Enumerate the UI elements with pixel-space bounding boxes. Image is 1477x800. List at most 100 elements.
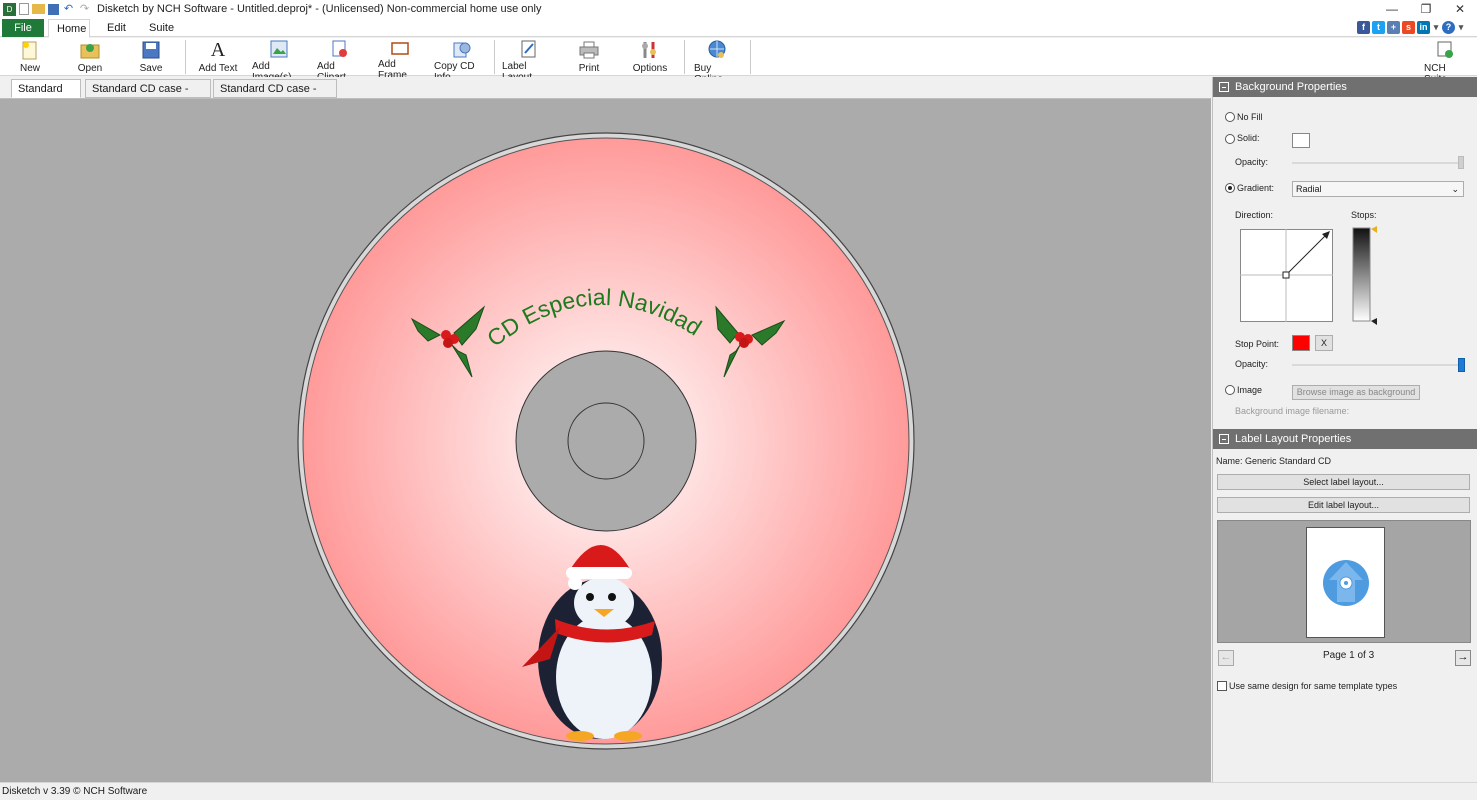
redo-icon[interactable]: ↷ [78,3,91,16]
facebook-icon[interactable]: f [1357,21,1370,34]
text-icon: A [210,38,226,61]
label-layout-header[interactable]: Label Layout Properties [1213,429,1477,449]
dropdown-arrow-icon[interactable]: ▾ [1432,21,1440,34]
stop-opacity-slider[interactable] [1292,364,1464,366]
image-radio[interactable] [1225,385,1235,395]
save-button[interactable]: Save [135,40,167,75]
new-button[interactable]: New [14,40,46,75]
minimize-button[interactable]: — [1375,0,1409,18]
restore-button[interactable]: ❐ [1409,0,1443,18]
undo-icon[interactable]: ↶ [62,3,75,16]
toolbar-separator [185,40,186,74]
gradient-radio[interactable] [1225,183,1235,193]
frame-icon [390,40,410,56]
share-icon[interactable]: + [1387,21,1400,34]
add-frame-button[interactable]: Add Frame [378,40,422,81]
stop-opacity-label: Opacity: [1235,359,1269,369]
page-indicator: Page 1 of 3 [1323,650,1375,661]
label-layout-icon [519,40,539,58]
copy-cd-info-button[interactable]: Copy CD Info [434,40,490,83]
stumbleupon-icon[interactable]: s [1402,21,1415,34]
gradient-type-select[interactable]: Radial ⌄ [1292,181,1464,197]
solid-opacity-label: Opacity: [1235,157,1269,167]
design-canvas[interactable]: CD Especial Navidad [0,99,1211,782]
chevron-down-icon: ⌄ [1451,184,1459,194]
add-clipart-button[interactable]: Add Clipart [317,40,363,83]
tab-suite[interactable]: Suite [141,19,182,37]
save-icon [141,40,161,60]
twitter-icon[interactable]: t [1372,21,1385,34]
save-label: Save [139,63,163,74]
tab-standard-disc[interactable]: Standard disc [11,79,81,113]
gradient-label: Gradient: [1237,183,1275,193]
new-icon [20,40,40,60]
stop-point-color-swatch[interactable] [1292,335,1310,351]
tab-cd-case-front[interactable]: Standard CD case - Front [85,79,211,113]
add-images-button[interactable]: Add Image(s) [252,40,306,83]
nch-suite-button[interactable]: NCH Suite [1424,40,1466,85]
label-layout-button[interactable]: Label Layout [502,40,556,83]
solid-opacity-slider[interactable] [1292,162,1464,164]
next-page-button[interactable]: → [1455,650,1471,666]
toolbar-separator [684,40,685,74]
prev-page-button[interactable]: ← [1218,650,1234,666]
linkedin-icon[interactable]: in [1417,21,1430,34]
layout-preview-page[interactable] [1306,527,1385,638]
close-button[interactable]: ✕ [1443,0,1477,18]
stop-point-label: Stop Point: [1235,339,1280,349]
tab-cd-case-back[interactable]: Standard CD case - Back [213,79,337,113]
direction-picker[interactable] [1240,229,1334,323]
options-icon [640,40,660,60]
solid-color-swatch[interactable] [1292,133,1310,148]
open-folder-icon[interactable] [32,4,45,14]
background-properties-title: Background Properties [1235,81,1347,93]
toolbar-separator [494,40,495,74]
nch-suite-icon [1435,40,1455,60]
disc-preview[interactable]: CD Especial Navidad [0,99,1211,782]
status-text: Disketch v 3.39 © NCH Software [2,786,148,797]
same-design-label: Use same design for same template types [1229,681,1398,691]
clipart-icon [330,40,350,58]
collapse-icon[interactable] [1219,82,1229,92]
stop-opacity-thumb[interactable] [1458,358,1465,372]
new-file-icon[interactable] [19,3,29,15]
buy-online-button[interactable]: Buy Online [694,40,740,85]
tab-file[interactable]: File [2,19,44,37]
printer-icon [579,40,599,60]
background-properties-header[interactable]: Background Properties [1213,77,1477,97]
edit-layout-button[interactable]: Edit label layout... [1217,497,1470,513]
social-links: f t + s in ▾ ? ▾ [1357,21,1465,34]
tab-edit[interactable]: Edit [99,19,134,37]
collapse-icon[interactable] [1219,434,1229,444]
options-button[interactable]: Options [631,40,669,75]
help-icon[interactable]: ? [1442,21,1455,34]
save-icon[interactable] [48,3,59,15]
options-label: Options [632,63,668,74]
select-layout-button[interactable]: Select label layout... [1217,474,1470,490]
buy-online-icon [707,40,727,60]
open-label: Open [77,63,103,74]
remove-stop-button[interactable]: X [1315,335,1333,351]
bg-filename-label: Background image filename: [1235,406,1350,416]
image-icon [269,40,289,58]
properties-panel: Background Properties No Fill Solid: Opa… [1212,77,1477,782]
ribbon-tab-bar: File Home Edit Suite f t + s in ▾ ? ▾ [0,18,1477,38]
no-fill-radio[interactable] [1225,112,1235,122]
solid-opacity-thumb[interactable] [1458,156,1464,169]
browse-image-button[interactable]: Browse image as background [1292,385,1420,400]
gradient-stops-bar[interactable] [1351,225,1381,325]
open-button[interactable]: Open [74,40,106,75]
same-design-checkbox[interactable] [1217,681,1227,691]
image-label: Image [1237,385,1263,395]
solid-label: Solid: [1237,133,1260,143]
layout-preview-area [1217,520,1471,643]
status-bar: Disketch v 3.39 © NCH Software [0,782,1477,800]
solid-radio[interactable] [1225,134,1235,144]
tab-home[interactable]: Home [48,19,90,38]
help-dropdown-icon[interactable]: ▾ [1457,21,1465,34]
add-text-button[interactable]: A Add Text [198,38,238,75]
print-button[interactable]: Print [572,40,606,75]
quick-access-toolbar: D ↶ ↷ [0,2,91,16]
app-icon: D [3,2,16,16]
stops-label: Stops: [1351,210,1377,220]
